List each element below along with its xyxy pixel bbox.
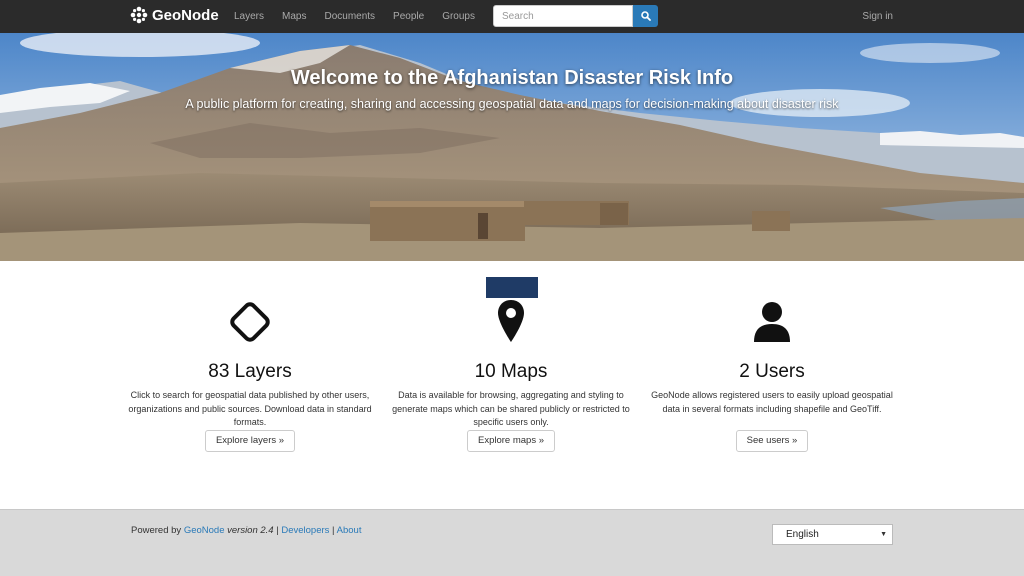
nav-documents[interactable]: Documents (315, 11, 384, 22)
nav-links: Layers Maps Documents People Groups (225, 0, 484, 33)
see-users-button[interactable]: See users » (735, 430, 809, 452)
nav-people[interactable]: People (384, 11, 433, 22)
layers-description: Click to search for geospatial data publ… (128, 390, 372, 427)
users-heading: 2 Users (739, 361, 805, 382)
nav-layers[interactable]: Layers (225, 11, 273, 22)
hero-subtitle: A public platform for creating, sharing … (185, 97, 839, 111)
version-text: version 2.4 (224, 525, 274, 536)
brand-name: GeoNode (152, 6, 219, 24)
hero-title: Welcome to the Afghanistan Disaster Risk… (290, 67, 734, 89)
feature-users: 2 Users GeoNode allows registered users … (647, 296, 897, 452)
maps-heading: 10 Maps (474, 361, 548, 382)
user-icon (647, 296, 897, 348)
language-select[interactable]: English ▼ (772, 524, 893, 545)
dropdown-caret-icon: ▼ (880, 531, 887, 538)
brand-logo[interactable]: GeoNode (130, 6, 219, 24)
feature-maps: 10 Maps Data is available for browsing, … (386, 296, 636, 452)
about-link[interactable]: About (337, 525, 362, 536)
maps-description: Data is available for browsing, aggregat… (392, 390, 630, 427)
language-value: English (786, 529, 819, 540)
diamond-icon (125, 296, 375, 348)
developers-link[interactable]: Developers (281, 525, 329, 536)
separator: | (329, 525, 337, 536)
search-button[interactable] (633, 5, 658, 27)
geonode-link[interactable]: GeoNode (184, 525, 225, 536)
explore-layers-button[interactable]: Explore layers » (204, 430, 296, 452)
powered-by-text: Powered by GeoNode version 2.4 | Develop… (131, 525, 361, 536)
tooltip-overlay (486, 277, 538, 298)
users-description: GeoNode allows registered users to easil… (651, 390, 893, 414)
search-icon (640, 11, 651, 21)
map-marker-icon (386, 296, 636, 348)
geonode-logo-icon (130, 6, 148, 24)
page-footer: Powered by GeoNode version 2.4 | Develop… (0, 509, 1024, 576)
top-navbar: GeoNode Layers Maps Documents People Gro… (0, 0, 1024, 33)
nav-maps[interactable]: Maps (273, 11, 315, 22)
layers-heading: 83 Layers (208, 361, 292, 382)
search-form (493, 5, 658, 27)
powered-prefix: Powered by (131, 525, 184, 536)
hero-banner: Welcome to the Afghanistan Disaster Risk… (0, 33, 1024, 261)
explore-maps-button[interactable]: Explore maps » (466, 430, 555, 452)
sign-in-link[interactable]: Sign in (862, 11, 893, 22)
nav-groups[interactable]: Groups (433, 11, 484, 22)
search-input[interactable] (493, 5, 633, 27)
feature-layers: 83 Layers Click to search for geospatial… (125, 296, 375, 452)
